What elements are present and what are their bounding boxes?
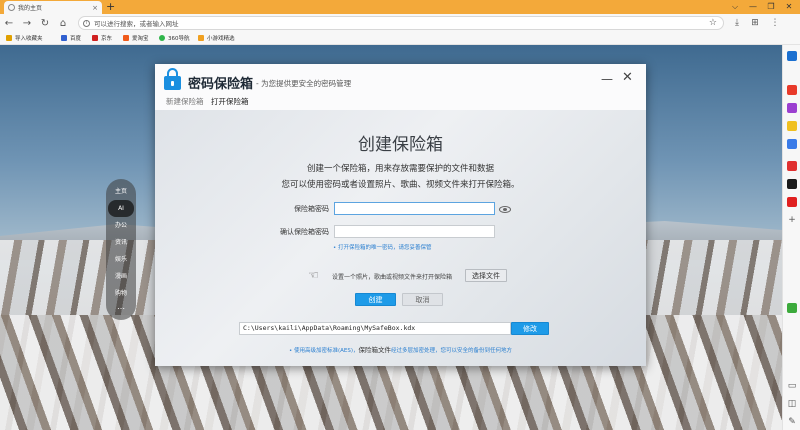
side-menu-item-news[interactable]: 资讯 — [106, 234, 136, 251]
tab-new-safe[interactable]: 新建保险箱 — [166, 96, 204, 107]
side-menu-item-shopping[interactable]: 购物 — [106, 285, 136, 302]
tab-close-icon[interactable]: × — [92, 4, 102, 12]
bookmark-star-icon[interactable]: ☆ — [709, 17, 717, 29]
tab-open-safe[interactable]: 打开保险箱 — [211, 96, 249, 107]
file-path-field[interactable]: C:\Users\kaili\AppData\Roaming\MySafeBox… — [239, 322, 511, 335]
edit-icon[interactable]: ✎ — [787, 417, 797, 427]
extensions-icon[interactable]: ⊞ — [748, 14, 762, 32]
notes-app-icon[interactable] — [787, 121, 797, 131]
close-window-button[interactable]: ✕ — [780, 0, 798, 14]
dialog-body: 创建保险箱 创建一个保险箱，用来存放需要保护的文件和数据 您可以使用密码或者设置… — [155, 110, 646, 366]
modify-button[interactable]: 修改 — [511, 322, 549, 335]
address-placeholder: 可以进行搜索，或者输入网址 — [94, 20, 179, 28]
back-icon[interactable]: ← — [0, 18, 18, 29]
description-line-2: 您可以使用密码或者设置照片、歌曲、视频文件来打开保险箱。 — [281, 180, 520, 190]
tiktok-app-icon[interactable] — [787, 179, 797, 189]
red-app-icon[interactable] — [787, 197, 797, 207]
password-label: 保险箱密码 — [294, 205, 329, 213]
jd-icon — [92, 35, 98, 41]
home-side-menu: 主页 AI 办公 资讯 娱乐 漫画 购物 ⋯ — [106, 179, 136, 320]
footer-right: 经过多层加密处理，您可以安全的备份到任何地方 — [391, 348, 513, 354]
minimize-window-button[interactable]: — — [744, 0, 762, 14]
bookmark-label: 360导航 — [168, 36, 190, 42]
password-hint: • 打开保险箱的唯一密码，请您妥善保管 — [333, 245, 432, 251]
info-icon[interactable]: i — [83, 19, 90, 27]
side-menu-item-entertainment[interactable]: 娱乐 — [106, 251, 136, 268]
new-tab-button[interactable]: + — [106, 0, 115, 14]
confirm-password-field[interactable] — [334, 225, 495, 238]
folder-icon — [6, 35, 12, 41]
menu-icon[interactable]: ⋮ — [768, 14, 782, 32]
bookmark-label: 爱淘宝 — [132, 36, 149, 42]
tab-home[interactable]: 我的主页 × — [4, 1, 102, 14]
choose-file-button[interactable]: 选择文件 — [465, 269, 507, 282]
more-icon[interactable]: ⋯ — [106, 302, 136, 316]
dialog-close-button[interactable]: ✕ — [622, 70, 633, 85]
tab-list-icon[interactable]: ⌵ — [726, 0, 744, 14]
bookmark-label: 百度 — [70, 36, 82, 42]
password-safe-dialog: 密码保险箱 - 为您提供更安全的密码管理 — ✕ 新建保险箱 打开保险箱 创建保… — [155, 64, 646, 366]
download-icon[interactable]: ⤓ — [730, 14, 744, 32]
add-app-icon[interactable]: + — [787, 215, 797, 225]
games-icon — [198, 35, 204, 41]
dialog-header: 密码保险箱 - 为您提供更安全的密码管理 — ✕ 新建保险箱 打开保险箱 — [155, 64, 646, 110]
tab-bar: 我的主页 × + ⌵ — ❐ ✕ — [0, 0, 800, 14]
bookmark-taobao[interactable]: 爱淘宝 — [123, 32, 149, 44]
dialog-title: 密码保险箱 — [188, 77, 254, 92]
baidu-icon — [61, 35, 67, 41]
taobao-icon — [123, 35, 129, 41]
dialog-minimize-button[interactable]: — — [601, 72, 613, 86]
video-app-icon[interactable] — [787, 103, 797, 113]
weibo-app-icon[interactable] — [787, 161, 797, 171]
create-button[interactable]: 创建 — [355, 293, 396, 306]
confirm-password-label: 确认保险箱密码 — [280, 228, 329, 236]
footer-left: • 使用高级加密标准(AES)， — [288, 348, 359, 354]
bookmark-label: 京东 — [101, 36, 113, 42]
bookmark-baidu[interactable]: 百度 — [61, 32, 81, 44]
reload-icon[interactable]: ↻ — [36, 18, 54, 29]
bookmark-label: 导入收藏夹 — [15, 36, 43, 42]
maximize-window-button[interactable]: ❐ — [762, 0, 780, 14]
bookmark-games[interactable]: 小游戏精选 — [198, 32, 235, 44]
page-title: 创建保险箱 — [358, 135, 443, 155]
bookmarks-bar: 导入收藏夹 百度 京东 爱淘宝 360导航 小游戏精选 — [0, 32, 800, 45]
bookmark-jd[interactable]: 京东 — [92, 32, 112, 44]
pointing-hand-icon: ☜ — [308, 268, 319, 282]
footer-mid: 保险箱文件 — [358, 346, 392, 354]
description-line-1: 创建一个保险箱，用来存放需要保护的文件和数据 — [306, 164, 494, 174]
bookmark-360[interactable]: 360导航 — [159, 32, 190, 44]
nav-360-icon — [159, 35, 165, 41]
eye-app-icon[interactable] — [787, 51, 797, 61]
tab-title: 我的主页 — [18, 5, 43, 12]
right-sidebar: + ▭ ◫ ✎ — [782, 45, 800, 430]
footer-note: • 使用高级加密标准(AES)，保险箱文件经过多层加密处理，您可以安全的备份到任… — [155, 344, 646, 354]
password-field[interactable] — [334, 202, 495, 215]
pdf-app-icon[interactable] — [787, 85, 797, 95]
home-favicon-icon — [8, 4, 15, 11]
bookmark-label: 小游戏精选 — [207, 36, 235, 42]
translate-app-icon[interactable] — [787, 139, 797, 149]
cancel-button[interactable]: 取消 — [402, 293, 443, 306]
lock-icon — [164, 68, 181, 90]
address-bar[interactable]: i 可以进行搜索，或者输入网址 ☆ — [78, 16, 724, 30]
dialog-subtitle: - 为您提供更安全的密码管理 — [256, 79, 352, 88]
green-app-icon[interactable] — [787, 303, 797, 313]
side-menu-item-comics[interactable]: 漫画 — [106, 268, 136, 285]
split-icon[interactable]: ◫ — [787, 399, 797, 409]
photo-option-text: 设置一个照片，歌曲或视频文件来打开保险箱 — [332, 274, 453, 281]
home-icon[interactable]: ⌂ — [54, 18, 72, 29]
show-password-eye-icon[interactable] — [499, 206, 511, 213]
screen-icon[interactable]: ▭ — [787, 381, 797, 391]
forward-icon[interactable]: → — [18, 18, 36, 29]
side-menu-item-home[interactable]: 主页 — [106, 183, 136, 200]
bookmark-import[interactable]: 导入收藏夹 — [6, 32, 43, 44]
side-menu-item-ai[interactable]: AI — [108, 200, 134, 217]
side-menu-item-office[interactable]: 办公 — [106, 217, 136, 234]
